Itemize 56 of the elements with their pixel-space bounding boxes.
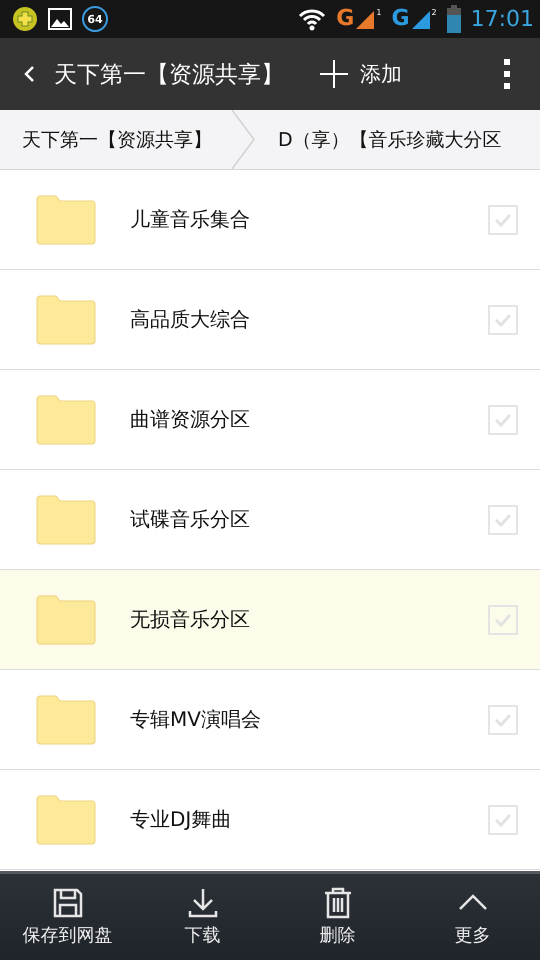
checkbox[interactable] [488, 504, 518, 534]
folder-name: 试碟音乐分区 [130, 506, 251, 533]
checkbox[interactable] [488, 204, 518, 234]
check-icon [494, 612, 512, 626]
breadcrumb-item[interactable]: 天下第一【资源共享】 [0, 126, 212, 152]
overflow-menu-icon[interactable] [504, 59, 510, 89]
notification-badge: 64 [82, 6, 108, 32]
folder-name: 专辑MV演唱会 [130, 706, 262, 733]
download-icon [186, 887, 218, 919]
check-icon [494, 212, 512, 226]
action-button[interactable]: 保存到网盘 [0, 874, 135, 960]
check-icon [494, 312, 512, 326]
check-icon [494, 712, 512, 726]
battery-icon [446, 5, 461, 33]
checkbox[interactable] [488, 604, 518, 634]
add-button[interactable]: 添加 [320, 60, 402, 88]
folder-icon [36, 694, 96, 744]
network-type: G [336, 8, 354, 30]
network-type: G [391, 8, 410, 30]
folder-row[interactable]: 无损音乐分区 [0, 570, 540, 670]
breadcrumb-item[interactable]: D（享）【音乐珍藏大分区 [256, 126, 502, 152]
folder-row[interactable]: 曲谱资源分区 [0, 370, 540, 470]
action-button[interactable]: 删除 [270, 874, 405, 960]
folder-name: 曲谱资源分区 [130, 406, 251, 433]
checkbox[interactable] [488, 804, 518, 834]
check-icon [494, 412, 512, 426]
sim-number: 2 [432, 8, 437, 17]
plus-icon [320, 60, 348, 88]
folder-name: 专业DJ舞曲 [130, 806, 232, 833]
folder-name: 儿童音乐集合 [130, 206, 251, 233]
check-icon [494, 812, 512, 826]
folder-row[interactable]: 专业DJ舞曲 [0, 770, 540, 870]
save-icon [52, 887, 84, 919]
folder-icon [36, 194, 96, 244]
folder-title: 天下第一【资源共享】 [54, 60, 284, 90]
checkbox[interactable] [488, 704, 518, 734]
app-icon [12, 6, 38, 32]
action-button[interactable]: 下载 [135, 874, 270, 960]
sim-number: 1 [376, 8, 382, 17]
folder-icon [36, 294, 96, 344]
check-icon [494, 512, 512, 526]
folder-row[interactable]: 专辑MV演唱会 [0, 670, 540, 770]
folder-name: 高品质大综合 [130, 306, 251, 333]
folder-icon [36, 394, 96, 444]
folder-icon [36, 494, 96, 544]
checkbox[interactable] [488, 404, 518, 434]
folder-row[interactable]: 高品质大综合 [0, 270, 540, 370]
clock: 17:01 [470, 6, 534, 32]
folder-icon [36, 594, 96, 644]
action-button[interactable]: 更多 [405, 874, 540, 960]
folder-row[interactable]: 儿童音乐集合 [0, 170, 540, 270]
image-icon [48, 8, 72, 30]
folder-name: 无损音乐分区 [130, 606, 251, 633]
folder-icon [36, 794, 96, 844]
checkbox[interactable] [488, 304, 518, 334]
wifi-icon [298, 7, 326, 31]
